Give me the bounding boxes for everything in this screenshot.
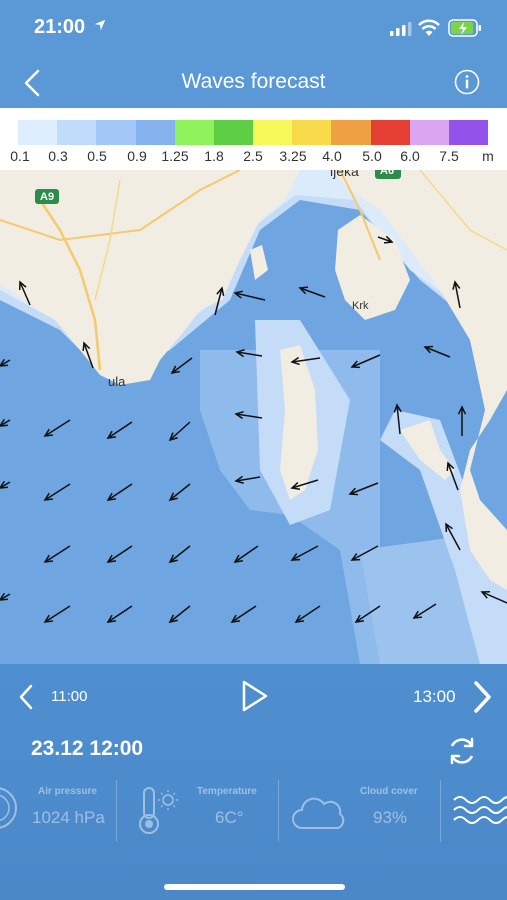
legend-swatch [370, 120, 410, 145]
air-pressure-label: Air pressure [38, 786, 97, 797]
legend-label: 6.0 [400, 148, 420, 164]
legend-label: 4.0 [322, 148, 342, 164]
legend-label: 0.5 [87, 148, 107, 164]
legend-label: 0.3 [48, 148, 68, 164]
legend-label: 1.8 [204, 148, 224, 164]
legend-label: m [482, 148, 494, 164]
current-forecast-datetime: 23.12 12:00 [31, 737, 144, 760]
air-pressure-stat: Air pressure 1024 hPa [30, 772, 110, 852]
previous-hour-chevron-icon[interactable] [17, 683, 35, 711]
status-bar: 21:00 [0, 0, 507, 58]
wave-map[interactable]: A9 A6 ijeka Krk ula [0, 170, 507, 664]
air-pressure-value: 1024 hPa [32, 808, 105, 827]
temperature-label: Temperature [197, 786, 257, 797]
map-canvas [0, 170, 507, 664]
status-time: 21:00 [34, 16, 86, 38]
cloud-cover-stat: Cloud cover 93% [358, 772, 428, 852]
road-label-a6: A6 [380, 170, 395, 177]
next-hour-label[interactable]: 13:00 [413, 687, 456, 707]
cloud-cover-value: 93% [373, 808, 408, 827]
legend-swatch [213, 120, 254, 145]
legend-label: 0.9 [127, 148, 147, 164]
legend-label: 0.1 [10, 148, 30, 164]
nav-bar: Waves forecast [0, 58, 507, 108]
legend-label: 7.5 [439, 148, 459, 164]
cloud-cover-label: Cloud cover [360, 786, 418, 797]
place-label-krk: Krk [352, 300, 369, 312]
compass-icon [0, 787, 17, 829]
next-hour-chevron-icon[interactable] [470, 680, 494, 714]
legend-color-scale [18, 120, 489, 145]
legend-swatch [292, 120, 332, 145]
legend-swatch [448, 120, 489, 145]
home-indicator[interactable] [164, 884, 345, 890]
place-label-pula: ula [108, 374, 126, 389]
page-title: Waves forecast [181, 70, 326, 93]
cloud-icon [292, 797, 345, 829]
legend-label: 3.25 [279, 148, 307, 164]
stat-divider [278, 780, 279, 842]
stat-divider [116, 780, 117, 842]
info-icon[interactable] [454, 69, 480, 95]
road-label-a9: A9 [40, 191, 55, 203]
battery-charging-icon [448, 19, 481, 37]
legend-swatch [409, 120, 449, 145]
legend-swatch [96, 120, 136, 145]
legend-labels: 0.1 0.3 0.5 0.9 1.25 1.8 2.5 3.25 4.0 5.0 6.0 7.5 m [0, 148, 507, 166]
legend-swatch [174, 120, 214, 145]
weather-stats-row: Air pressure 1024 hPa Temperature 6C° Cl… [0, 772, 507, 852]
temperature-value: 6C° [215, 808, 244, 827]
wave-height-legend: 0.1 0.3 0.5 0.9 1.25 1.8 2.5 3.25 4.0 5.0 6.0 7.5 m [0, 108, 507, 170]
legend-swatch [18, 120, 58, 145]
legend-label: 2.5 [243, 148, 263, 164]
legend-label: 5.0 [362, 148, 382, 164]
place-label-rijeka: ijeka [330, 170, 359, 179]
legend-swatch [135, 120, 175, 145]
legend-swatch [331, 120, 371, 145]
play-icon[interactable] [236, 678, 272, 714]
previous-hour-label[interactable]: 11:00 [51, 688, 87, 705]
forecast-panel: 11:00 13:00 23.12 12:00 Air pressure 102… [0, 664, 507, 900]
legend-label: 1.25 [161, 148, 189, 164]
refresh-icon[interactable] [445, 734, 479, 768]
cellular-signal-icon [390, 22, 412, 36]
wifi-icon [418, 19, 440, 36]
legend-swatch [253, 120, 293, 145]
temperature-stat: Temperature 6C° [195, 772, 265, 852]
location-arrow-icon [94, 19, 106, 31]
legend-swatch [57, 120, 97, 145]
stat-divider [440, 780, 441, 842]
thermometer-icon [139, 787, 178, 834]
waves-icon[interactable] [452, 792, 507, 830]
